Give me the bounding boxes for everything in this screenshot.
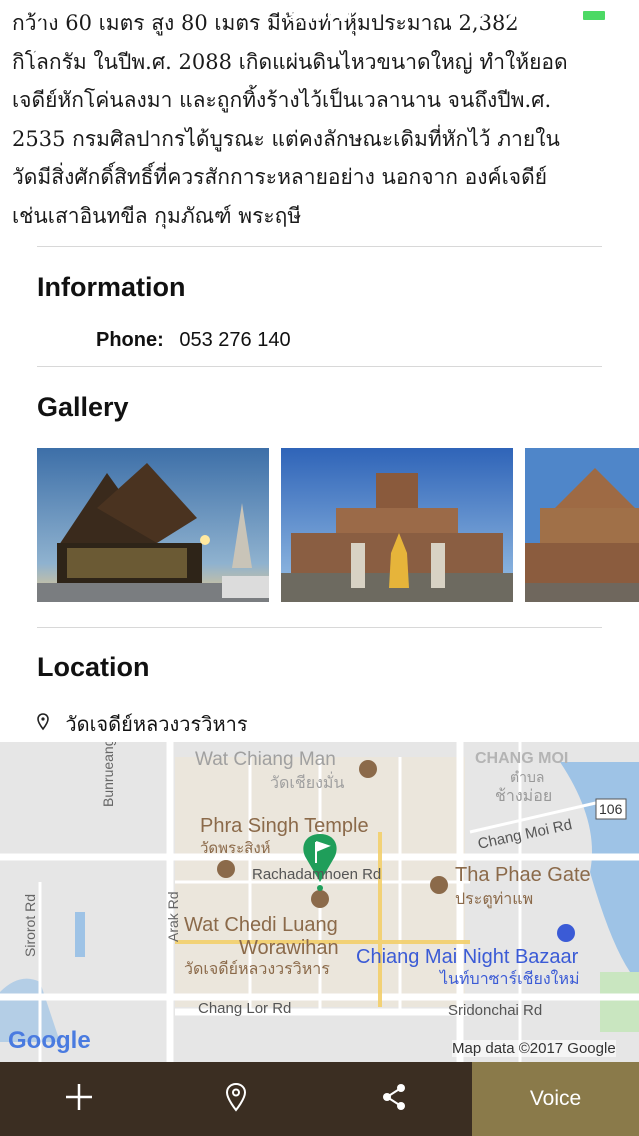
map-pin-icon — [37, 712, 49, 736]
map-label: ไนท์บาซาร์เชียงใหม่ — [440, 971, 580, 988]
map-label: วัดเชียงมั่น — [270, 775, 345, 792]
map-label: Tha Phae Gate — [455, 864, 591, 886]
description-text: กว้าง 60 เมตร สูง 80 เมตร มีห้องทำหุ้มปร… — [12, 4, 632, 235]
map-label: Chang Lor Rd — [198, 1000, 292, 1017]
battery-percent: 74% — [540, 7, 575, 26]
phone-row[interactable]: Phone: 053 276 140 — [96, 329, 291, 352]
description-line: เจดีย์หักโค่นลงมา และถูกทิ้งร้างไว้เป็นเ… — [12, 88, 552, 112]
map-label: Wat Chiang Man — [195, 749, 336, 770]
map-label: Chiang Mai Night Bazaar — [356, 946, 579, 968]
map-attribution: Map data ©2017 Google — [452, 1040, 616, 1057]
plus-icon — [64, 1082, 94, 1116]
map-label: ประตูท่าแพ — [455, 891, 534, 908]
phone-value[interactable]: 053 276 140 — [179, 329, 290, 351]
share-icon — [380, 1083, 408, 1115]
information-title: Information — [37, 272, 186, 302]
gallery-photo[interactable] — [525, 448, 639, 602]
description-line: กิโลกรัม ในปีพ.ศ. 2088 เกิดแผ่นดินไหวขนา… — [12, 49, 568, 74]
description-line: วัดมีสิ่งศักดิ์สิทธิ์ที่ควรสักการะหลายอย… — [12, 165, 548, 189]
add-button[interactable] — [20, 1062, 138, 1136]
location-name: วัดเจดีย์หลวงวรวิหาร — [65, 712, 248, 736]
status-time: 5:18 PM — [288, 6, 353, 25]
battery-icon — [580, 8, 617, 23]
divider — [37, 366, 602, 367]
gallery-title: Gallery — [37, 392, 129, 422]
status-bar: AIS 5:18 PM ➤◔✱ 74% — [0, 0, 639, 34]
voice-button[interactable]: Voice — [472, 1062, 639, 1136]
map-label: Bunrueang Rit Rd — [100, 742, 116, 807]
map-label: Sirorot Rd — [22, 893, 38, 957]
map-label: Phra Singh Temple — [200, 815, 369, 837]
gallery-strip[interactable] — [37, 448, 639, 602]
divider — [37, 246, 602, 247]
divider — [37, 627, 602, 628]
map-pin-button[interactable] — [177, 1062, 295, 1136]
description-line: เช่นเสาอินทขีล กุมภัณฑ์ พระฤษี — [12, 203, 302, 228]
map-label: ช้างม่อย — [495, 788, 553, 805]
gallery-photo[interactable] — [281, 448, 513, 602]
route-shield: 106 — [599, 801, 623, 817]
bottom-toolbar: Voice — [0, 1062, 639, 1136]
location-map[interactable]: Wat Chiang Man วัดเชียงมั่น CHANG MOI ตำ… — [0, 742, 639, 1062]
description-line: 2535 กรมศิลปากรได้บูรณะ แต่คงลักษณะเดิมท… — [12, 126, 560, 151]
map-label: CHANG MOI — [475, 750, 569, 767]
map-label: Wat Chedi Luang — [184, 914, 338, 936]
map-label: Sridonchai Rd — [448, 1002, 543, 1019]
carrier-label: AIS — [40, 7, 68, 26]
map-label: วัดเจดีย์หลวงวรวิหาร — [184, 961, 330, 978]
location-address[interactable]: วัดเจดีย์หลวงวรวิหาร — [37, 708, 248, 740]
google-logo: Google — [8, 1027, 91, 1054]
close-icon[interactable]: ✕ — [24, 32, 54, 62]
map-pin-icon — [225, 1082, 247, 1116]
gallery-photo[interactable] — [37, 448, 269, 602]
share-button[interactable] — [335, 1062, 453, 1136]
map-label: Rachadamnoen Rd — [252, 866, 382, 883]
map-label: วัดพระสิงห์ — [200, 840, 271, 857]
phone-label: Phone: — [96, 329, 164, 351]
status-icons: ➤◔✱ — [472, 7, 527, 24]
map-label: Arak Rd — [165, 891, 181, 942]
location-title: Location — [37, 652, 150, 682]
